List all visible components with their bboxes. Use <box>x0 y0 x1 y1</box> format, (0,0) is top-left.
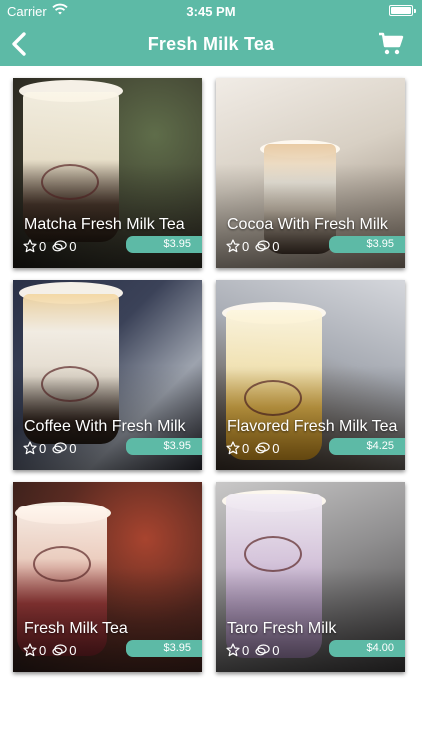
product-card[interactable]: Taro Fresh Milk 0 0 $4.00 <box>216 482 405 672</box>
comment-icon[interactable] <box>52 643 67 657</box>
comment-icon[interactable] <box>255 643 270 657</box>
product-card[interactable]: Coffee With Fresh Milk 0 0 $3.95 <box>13 280 202 470</box>
navigation-bar: Fresh Milk Tea <box>0 22 422 66</box>
comment-count: 0 <box>272 440 280 456</box>
comment-icon[interactable] <box>255 441 270 455</box>
favorite-count: 0 <box>242 440 250 456</box>
battery-icon <box>389 5 416 16</box>
page-title: Fresh Milk Tea <box>147 34 275 54</box>
status-bar: Carrier 3:45 PM <box>0 0 422 22</box>
shopping-cart-icon[interactable] <box>378 32 404 56</box>
price-badge: $3.95 <box>126 438 202 455</box>
product-stats: 0 0 <box>23 237 76 255</box>
product-stats: 0 0 <box>226 237 279 255</box>
star-icon[interactable] <box>23 239 37 253</box>
price-badge: $3.95 <box>126 640 202 657</box>
comment-icon[interactable] <box>52 441 67 455</box>
product-card[interactable]: Matcha Fresh Milk Tea 0 0 $3.95 <box>13 78 202 268</box>
product-stats: 0 0 <box>23 641 76 659</box>
product-card[interactable]: Cocoa With Fresh Milk 0 0 $3.95 <box>216 78 405 268</box>
product-card[interactable]: Fresh Milk Tea 0 0 $3.95 <box>13 482 202 672</box>
favorite-count: 0 <box>39 238 47 254</box>
price-badge: $3.95 <box>329 236 405 253</box>
price-badge: $4.00 <box>329 640 405 657</box>
comment-count: 0 <box>69 642 77 658</box>
product-stats: 0 0 <box>226 439 279 457</box>
price-badge: $4.25 <box>329 438 405 455</box>
comment-count: 0 <box>272 238 280 254</box>
star-icon[interactable] <box>226 643 240 657</box>
product-name: Cocoa With Fresh Milk <box>227 216 388 233</box>
top-bar: Carrier 3:45 PM Fresh Milk Tea <box>0 0 422 66</box>
star-icon[interactable] <box>23 441 37 455</box>
comment-count: 0 <box>69 440 77 456</box>
clock: 3:45 PM <box>186 4 236 19</box>
product-name: Taro Fresh Milk <box>227 620 337 637</box>
comment-icon[interactable] <box>255 239 270 253</box>
product-name: Matcha Fresh Milk Tea <box>24 216 185 233</box>
favorite-count: 0 <box>39 642 47 658</box>
product-card[interactable]: Flavored Fresh Milk Tea 0 0 $4.25 <box>216 280 405 470</box>
product-name: Flavored Fresh Milk Tea <box>227 418 398 435</box>
star-icon[interactable] <box>226 239 240 253</box>
star-icon[interactable] <box>23 643 37 657</box>
price-badge: $3.95 <box>126 236 202 253</box>
star-icon[interactable] <box>226 441 240 455</box>
product-stats: 0 0 <box>23 439 76 457</box>
comment-icon[interactable] <box>52 239 67 253</box>
favorite-count: 0 <box>39 440 47 456</box>
favorite-count: 0 <box>242 238 250 254</box>
product-name: Coffee With Fresh Milk <box>24 418 186 435</box>
product-stats: 0 0 <box>226 641 279 659</box>
comment-count: 0 <box>69 238 77 254</box>
product-name: Fresh Milk Tea <box>24 620 128 637</box>
favorite-count: 0 <box>242 642 250 658</box>
comment-count: 0 <box>272 642 280 658</box>
